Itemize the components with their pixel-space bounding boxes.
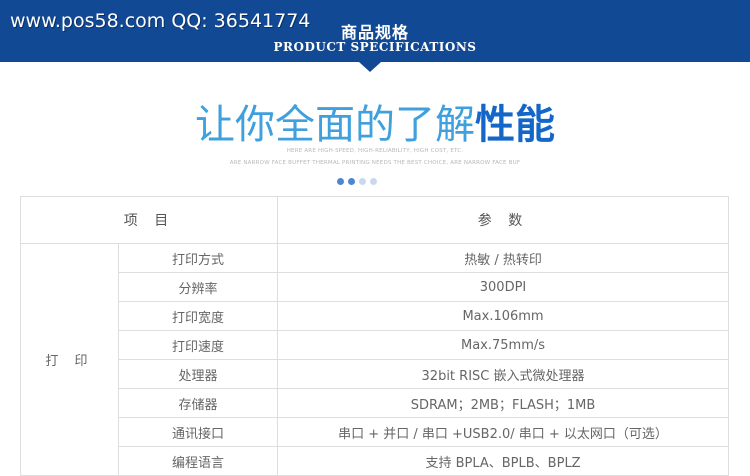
table-row: 打印宽度 Max.106mm	[21, 301, 730, 331]
row-value: 300DPI	[277, 272, 730, 302]
banner-title-en: PRODUCT SPECIFICATIONS	[273, 40, 477, 54]
table-row: 通讯接口 串口 + 并口 / 串口 +USB2.0/ 串口 + 以太网口（可选）	[21, 417, 730, 447]
row-label: 存储器	[117, 388, 279, 418]
headline-part2: 性能	[475, 102, 555, 148]
group-label: 打 印	[20, 243, 119, 476]
row-value: Max.106mm	[277, 301, 730, 331]
header-item: 项 目	[19, 196, 279, 244]
carousel-dots	[337, 178, 377, 185]
row-value: 32bit RISC 嵌入式微处理器	[277, 359, 730, 389]
table-row: 处理器 32bit RISC 嵌入式微处理器	[21, 359, 730, 389]
row-label: 通讯接口	[117, 417, 279, 447]
headline-subtitle-2: ARE NARROW FACE BUFFET THERMAL PRINTING …	[229, 160, 521, 166]
row-label: 打印方式	[117, 243, 279, 273]
table-row: 分辨率 300DPI	[21, 272, 730, 302]
headline-part1: 让你全面的了解	[195, 102, 475, 148]
row-value: SDRAM；2MB；FLASH；1MB	[277, 388, 730, 418]
table-row: 打印速度 Max.75mm/s	[21, 330, 730, 360]
banner-pointer-icon	[359, 62, 381, 72]
table-row: 存储器 SDRAM；2MB；FLASH；1MB	[21, 388, 730, 418]
table-header-row: 项 目 参 数	[19, 196, 730, 244]
headline-subtitle-1: HERE ARE HIGH-SPEED, HIGH-RELIABILITY, H…	[286, 148, 464, 154]
row-label: 编程语言	[117, 446, 279, 476]
row-value: 串口 + 并口 / 串口 +USB2.0/ 串口 + 以太网口（可选）	[277, 417, 730, 447]
table-row: 打 印 打印方式 热敏 / 热转印	[20, 243, 730, 476]
row-value: Max.75mm/s	[277, 330, 730, 360]
carousel-dot[interactable]	[348, 178, 355, 185]
header-param: 参 数	[277, 196, 730, 244]
spec-table: 项 目 参 数 打 印 打印方式 热敏 / 热转印 分辨率 300DPI 打印宽…	[19, 196, 730, 476]
header-banner: www.pos58.com QQ: 36541774 商品规格 PRODUCT …	[0, 0, 750, 62]
row-value: 热敏 / 热转印	[277, 243, 730, 273]
row-label: 分辨率	[117, 272, 279, 302]
carousel-dot[interactable]	[359, 178, 366, 185]
row-value: 支持 BPLA、BPLB、BPLZ	[277, 446, 730, 476]
carousel-dot[interactable]	[370, 178, 377, 185]
carousel-dot-active[interactable]	[337, 178, 344, 185]
row-label: 打印速度	[117, 330, 279, 360]
table-row: 编程语言 支持 BPLA、BPLB、BPLZ	[21, 446, 730, 476]
row-label: 打印宽度	[117, 301, 279, 331]
row-label: 处理器	[117, 359, 279, 389]
page-headline: 让你全面的了解性能	[0, 92, 750, 150]
